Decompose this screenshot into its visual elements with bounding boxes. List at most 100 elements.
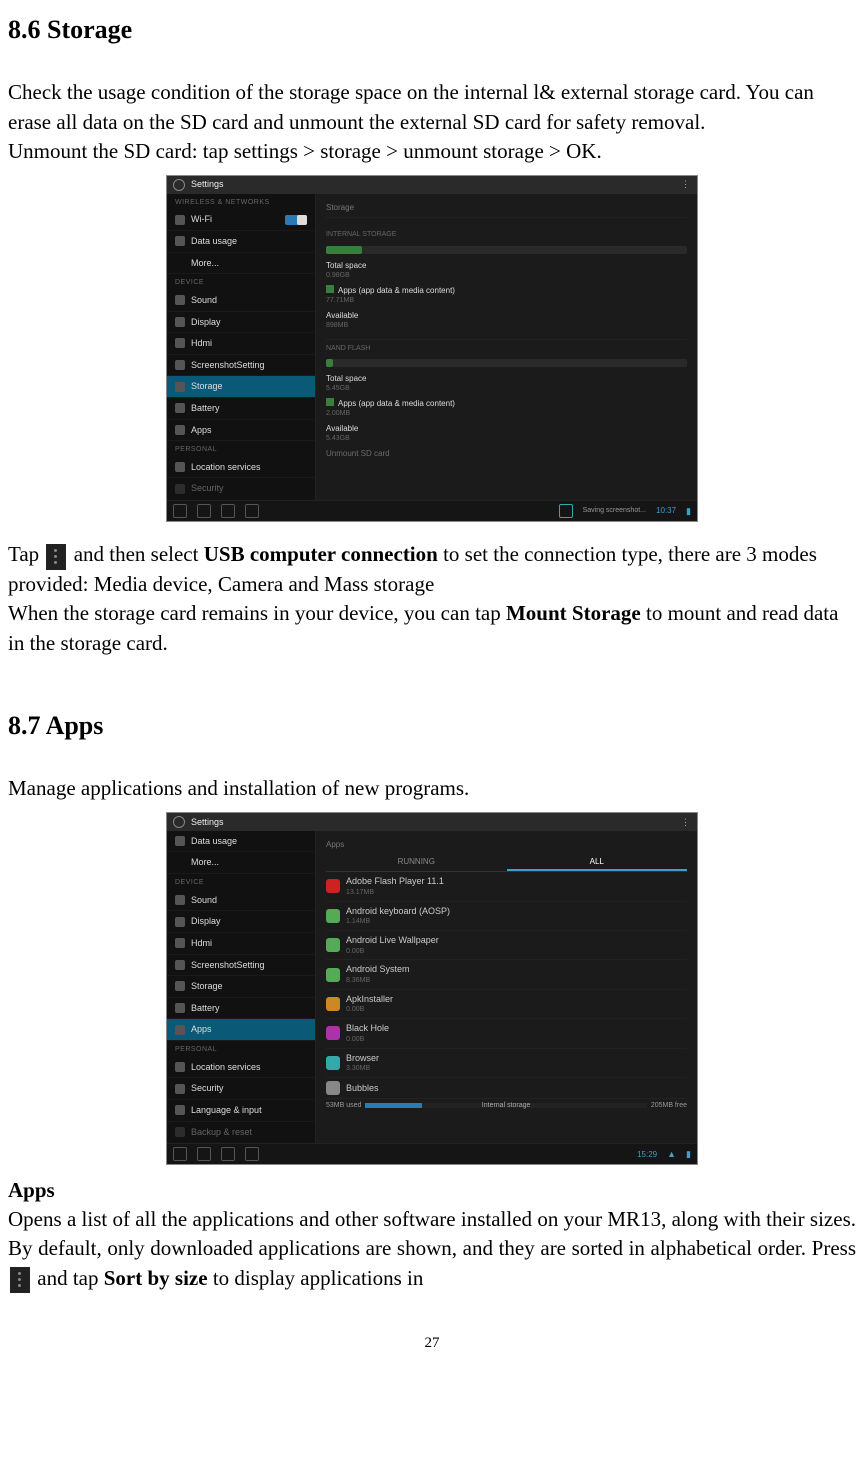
apps-panel: Apps RUNNING ALL Adobe Flash Player 11.1… <box>316 831 697 1143</box>
sidebar-item-battery[interactable]: Battery <box>167 398 315 420</box>
free-label: 205MB free <box>651 1101 687 1111</box>
settings-icon <box>173 816 185 828</box>
apps-space[interactable]: Apps (app data & media content)77.71MB <box>326 285 687 306</box>
sidebar-item-apps[interactable]: Apps <box>167 1019 315 1041</box>
home-icon[interactable] <box>197 1147 211 1161</box>
app-list: Adobe Flash Player 11.113.17MB Android ke… <box>326 872 687 1099</box>
sidebar-item-apps[interactable]: Apps <box>167 420 315 442</box>
sidebar-item-security[interactable]: Security <box>167 1078 315 1100</box>
panel-title: Apps <box>326 837 687 854</box>
para-mount: When the storage card remains in your de… <box>8 599 856 658</box>
apps-icon <box>175 1025 185 1035</box>
sidebar-item-display[interactable]: Display <box>167 312 315 334</box>
para-86-2: Unmount the SD card: tap settings > stor… <box>8 137 856 166</box>
back-icon[interactable] <box>173 504 187 518</box>
total-space[interactable]: Total space0.98GB <box>326 260 687 281</box>
sidebar-header-device: DEVICE <box>167 274 315 290</box>
sidebar-item-location[interactable]: Location services <box>167 1057 315 1079</box>
navbar: Saving screenshot... 10:37 ▮ <box>167 500 697 521</box>
overflow-menu-icon <box>46 544 66 570</box>
sidebar-item-display[interactable]: Display <box>167 911 315 933</box>
sidebar-item-battery[interactable]: Battery <box>167 998 315 1020</box>
sidebar-item-data[interactable]: Data usage <box>167 231 315 253</box>
app-row[interactable]: Android Live Wallpaper0.00B <box>326 931 687 960</box>
storage-footer: 53MB used Internal storage 205MB free <box>326 1101 687 1111</box>
heading-87-apps: 8.7 Apps <box>8 708 856 744</box>
app-icon <box>326 879 340 893</box>
screenshot-apps: Settings ⋮ Data usage More... DEVICE Sou… <box>166 812 698 1165</box>
screenshot-icon <box>175 960 185 970</box>
sidebar-item-sound[interactable]: Sound <box>167 290 315 312</box>
recents-icon[interactable] <box>221 1147 235 1161</box>
app-meta: Bubbles <box>346 1082 379 1095</box>
battery-status-icon: ▮ <box>686 1148 691 1161</box>
sidebar-item-data[interactable]: Data usage <box>167 831 315 853</box>
sidebar-item-security[interactable]: Security <box>167 478 315 500</box>
screenshot-btn-icon[interactable] <box>245 504 259 518</box>
app-row[interactable]: Android System8.36MB <box>326 960 687 989</box>
display-icon <box>175 917 185 927</box>
sound-icon <box>175 295 185 305</box>
settings-sidebar: Data usage More... DEVICE Sound Display … <box>167 831 316 1143</box>
back-icon[interactable] <box>173 1147 187 1161</box>
app-row[interactable]: Black Hole0.00B <box>326 1019 687 1048</box>
location-icon <box>175 462 185 472</box>
app-meta: Android Live Wallpaper0.00B <box>346 934 439 956</box>
battery-icon <box>175 1003 185 1013</box>
sidebar-item-more[interactable]: More... <box>167 852 315 874</box>
sidebar-item-storage[interactable]: Storage <box>167 976 315 998</box>
titlebar: Settings ⋮ <box>167 176 697 194</box>
wifi-status-icon: ▲ <box>667 1148 676 1161</box>
app-row[interactable]: ApkInstaller0.00B <box>326 990 687 1019</box>
app-icon <box>326 968 340 982</box>
wifi-toggle[interactable] <box>285 215 307 225</box>
app-icon <box>326 997 340 1011</box>
overflow-icon[interactable]: ⋮ <box>681 816 691 829</box>
battery-status-icon: ▮ <box>686 505 691 518</box>
app-icon <box>326 1026 340 1040</box>
available-space[interactable]: Available898MB <box>326 310 687 331</box>
clock: 10:37 <box>656 505 676 516</box>
app-row[interactable]: Adobe Flash Player 11.113.17MB <box>326 872 687 901</box>
app-title: Settings <box>191 816 224 829</box>
overflow-icon[interactable]: ⋮ <box>681 178 691 191</box>
clock: 15:29 <box>637 1149 657 1160</box>
app-title: Settings <box>191 178 224 191</box>
screenshot-btn-icon[interactable] <box>245 1147 259 1161</box>
nand-total[interactable]: Total space5.45GB <box>326 373 687 394</box>
nand-apps[interactable]: Apps (app data & media content)2.00MB <box>326 398 687 419</box>
sidebar-item-screenshot[interactable]: ScreenshotSetting <box>167 355 315 377</box>
sidebar-item-storage[interactable]: Storage <box>167 376 315 398</box>
battery-icon <box>175 403 185 413</box>
sidebar-item-language[interactable]: Language & input <box>167 1100 315 1122</box>
home-icon[interactable] <box>197 504 211 518</box>
sidebar-item-wifi[interactable]: Wi-Fi <box>167 209 315 231</box>
app-row[interactable]: Bubbles <box>326 1078 687 1099</box>
unmount-row[interactable]: Unmount SD card <box>326 448 687 459</box>
sidebar-item-hdmi[interactable]: Hdmi <box>167 333 315 355</box>
tab-running[interactable]: RUNNING <box>326 854 507 871</box>
sidebar-item-sound[interactable]: Sound <box>167 890 315 912</box>
app-icon <box>326 1056 340 1070</box>
app-icon <box>326 1081 340 1095</box>
sidebar-header-wireless: WIRELESS & NETWORKS <box>167 194 315 210</box>
app-meta: Android System8.36MB <box>346 963 410 985</box>
sidebar-item-more[interactable]: More... <box>167 253 315 275</box>
apps-subheading: Apps <box>8 1176 856 1205</box>
app-meta: Adobe Flash Player 11.113.17MB <box>346 875 444 897</box>
sidebar-item-location[interactable]: Location services <box>167 457 315 479</box>
sidebar-item-screenshot[interactable]: ScreenshotSetting <box>167 955 315 977</box>
navbar: 15:29 ▲ ▮ <box>167 1143 697 1164</box>
wifi-icon <box>175 215 185 225</box>
app-row[interactable]: Browser3.30MB <box>326 1049 687 1078</box>
titlebar: Settings ⋮ <box>167 813 697 831</box>
recents-icon[interactable] <box>221 504 235 518</box>
sidebar-item-backup[interactable]: Backup & reset <box>167 1122 315 1144</box>
thumbnail-icon <box>559 504 573 518</box>
app-row[interactable]: Android keyboard (AOSP)1.14MB <box>326 902 687 931</box>
used-label: 53MB used <box>326 1101 361 1111</box>
nand-avail[interactable]: Available5.43GB <box>326 423 687 444</box>
tab-all[interactable]: ALL <box>507 854 688 871</box>
language-icon <box>175 1105 185 1115</box>
sidebar-item-hdmi[interactable]: Hdmi <box>167 933 315 955</box>
